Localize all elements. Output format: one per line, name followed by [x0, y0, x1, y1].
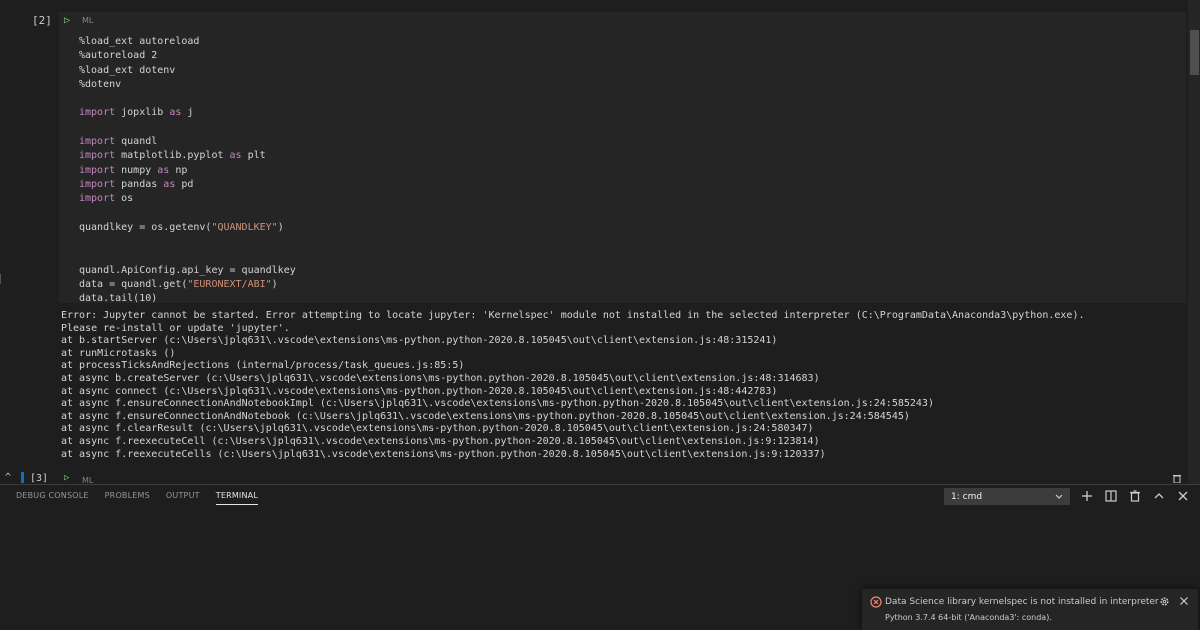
output-line: at b.startServer (c:\Users\jplq631\.vsco…: [61, 335, 778, 347]
split-icon[interactable]: [1104, 489, 1118, 503]
tab-problems[interactable]: PROBLEMS: [105, 491, 150, 505]
keyword-token: import: [79, 150, 116, 162]
keyword-token: as: [169, 107, 182, 119]
trash-icon[interactable]: [1172, 474, 1182, 483]
editor-scrollbar-thumb[interactable]: [1190, 30, 1199, 75]
output-line: at async f.ensureConnectionAndNotebook (…: [61, 410, 910, 422]
code-token: np: [169, 164, 188, 176]
output-line: at runMicrotasks (): [61, 347, 176, 359]
chevron-up-icon[interactable]: [1152, 489, 1166, 503]
code-token: %load_ext autoreload: [79, 36, 200, 47]
code-line: import quandl: [79, 135, 296, 149]
terminal-select[interactable]: 1: cmd: [944, 488, 1070, 505]
chevron-down-icon: [1055, 494, 1063, 499]
cell-error-output: Error: Jupyter cannot be started. Error …: [61, 310, 1085, 461]
string-token: "QUANDLKEY": [211, 221, 278, 233]
code-line: %dotenv: [79, 78, 296, 92]
code-line: import numpy as np: [79, 164, 296, 178]
output-line: at async connect (c:\Users\jplq631\.vsco…: [61, 385, 778, 397]
editor-scrollbar[interactable]: [1188, 0, 1200, 484]
output-line: at processTicksAndRejections (internal/p…: [61, 360, 465, 372]
code-token: numpy: [115, 164, 158, 176]
output-line: Please re-install or update 'jupyter'.: [61, 322, 290, 334]
code-line: import jopxlib as j: [79, 106, 296, 120]
code-line: import matplotlib.pyplot as plt: [79, 149, 296, 163]
keyword-token: as: [229, 150, 242, 162]
keyword-token: import: [79, 136, 116, 148]
output-line: Error: Jupyter cannot be started. Error …: [61, 310, 1085, 321]
code-token: ): [271, 279, 278, 291]
code-token: %autoreload 2: [79, 50, 158, 62]
code-token: quandl.ApiConfig.api_key = quandlkey: [79, 264, 296, 276]
code-token: jopxlib: [115, 107, 170, 119]
notification-message: Data Science library kernelspec is not i…: [885, 597, 1159, 607]
keyword-token: import: [79, 178, 116, 190]
trash-icon[interactable]: [1128, 489, 1142, 503]
code-token: quandlkey = os.getenv(: [79, 221, 212, 233]
string-token: "EURONEXT/ABI": [187, 279, 272, 291]
cell-execution-count: [3]: [30, 473, 49, 484]
terminal-select-value: 1: cmd: [951, 492, 983, 502]
code-token: ): [277, 221, 284, 233]
code-token: quandl: [115, 136, 158, 148]
gear-icon[interactable]: [1159, 596, 1170, 607]
keyword-token: import: [79, 193, 116, 205]
output-line: at async f.reexecuteCells (c:\Users\jplq…: [61, 448, 826, 460]
error-icon: [870, 596, 882, 608]
close-icon[interactable]: [1176, 489, 1190, 503]
error-notification[interactable]: Data Science library kernelspec is not i…: [862, 589, 1198, 630]
code-token: j: [181, 107, 194, 119]
output-line: at async b.createServer (c:\Users\jplq63…: [61, 372, 820, 384]
play-icon[interactable]: ▷: [64, 473, 69, 483]
code-line: quandlkey = os.getenv("QUANDLKEY"): [79, 221, 296, 235]
plus-icon[interactable]: [1080, 489, 1094, 503]
keyword-token: as: [163, 178, 176, 190]
code-token: plt: [241, 150, 266, 162]
code-line: data = quandl.get("EURONEXT/ABI"): [79, 278, 296, 292]
tab-output[interactable]: OUTPUT: [166, 491, 200, 505]
output-line: at async f.clearResult (c:\Users\jplq631…: [61, 423, 814, 435]
code-token: %dotenv: [79, 78, 122, 90]
output-line: at async f.reexecuteCell (c:\Users\jplq6…: [61, 435, 820, 447]
cell-execution-count: [2]: [32, 14, 52, 27]
code-line: %load_ext autoreload: [79, 35, 296, 49]
chevron-up-icon[interactable]: ^: [5, 472, 11, 483]
cell-selection-indicator: [21, 472, 24, 483]
tab-debug-console[interactable]: DEBUG CONSOLE: [16, 491, 89, 505]
code-token: matplotlib.pyplot: [115, 150, 230, 162]
code-token: pd: [175, 178, 194, 190]
output-line: at async f.ensureConnectionAndNotebookIm…: [61, 398, 934, 410]
code-token: data = quandl.get(: [79, 279, 188, 291]
code-token: data.tail(10): [79, 293, 158, 305]
cell-source-code[interactable]: %load_ext autoreload %autoreload 2 %load_e…: [79, 35, 296, 307]
code-line: %load_ext dotenv: [79, 64, 296, 78]
code-line: quandl.ApiConfig.api_key = quandlkey: [79, 264, 296, 278]
code-token: pandas: [115, 178, 164, 190]
notification-detail: Python 3.7.4 64-bit ('Anaconda3': conda)…: [885, 613, 1052, 622]
keyword-token: as: [157, 164, 170, 176]
panel-tabs: DEBUG CONSOLE PROBLEMS OUTPUT TERMINAL: [16, 491, 274, 505]
close-icon[interactable]: [1179, 596, 1189, 606]
code-line: import pandas as pd: [79, 178, 296, 192]
keyword-token: import: [79, 164, 116, 176]
play-icon[interactable]: ▷: [64, 15, 70, 26]
code-line: import os: [79, 192, 296, 206]
keyword-token: import: [79, 107, 116, 119]
notebook-editor: [2] ▷ ML %load_ext autoreload %autoreload…: [0, 0, 1200, 485]
code-line: data.tail(10): [79, 292, 296, 306]
code-line: %autoreload 2: [79, 49, 296, 63]
code-token: %load_ext dotenv: [79, 64, 176, 76]
tab-terminal[interactable]: TERMINAL: [215, 491, 259, 505]
gutter-mark: [0, 274, 1, 284]
code-token: os: [115, 193, 134, 205]
cell-language-label: ML: [82, 16, 94, 25]
